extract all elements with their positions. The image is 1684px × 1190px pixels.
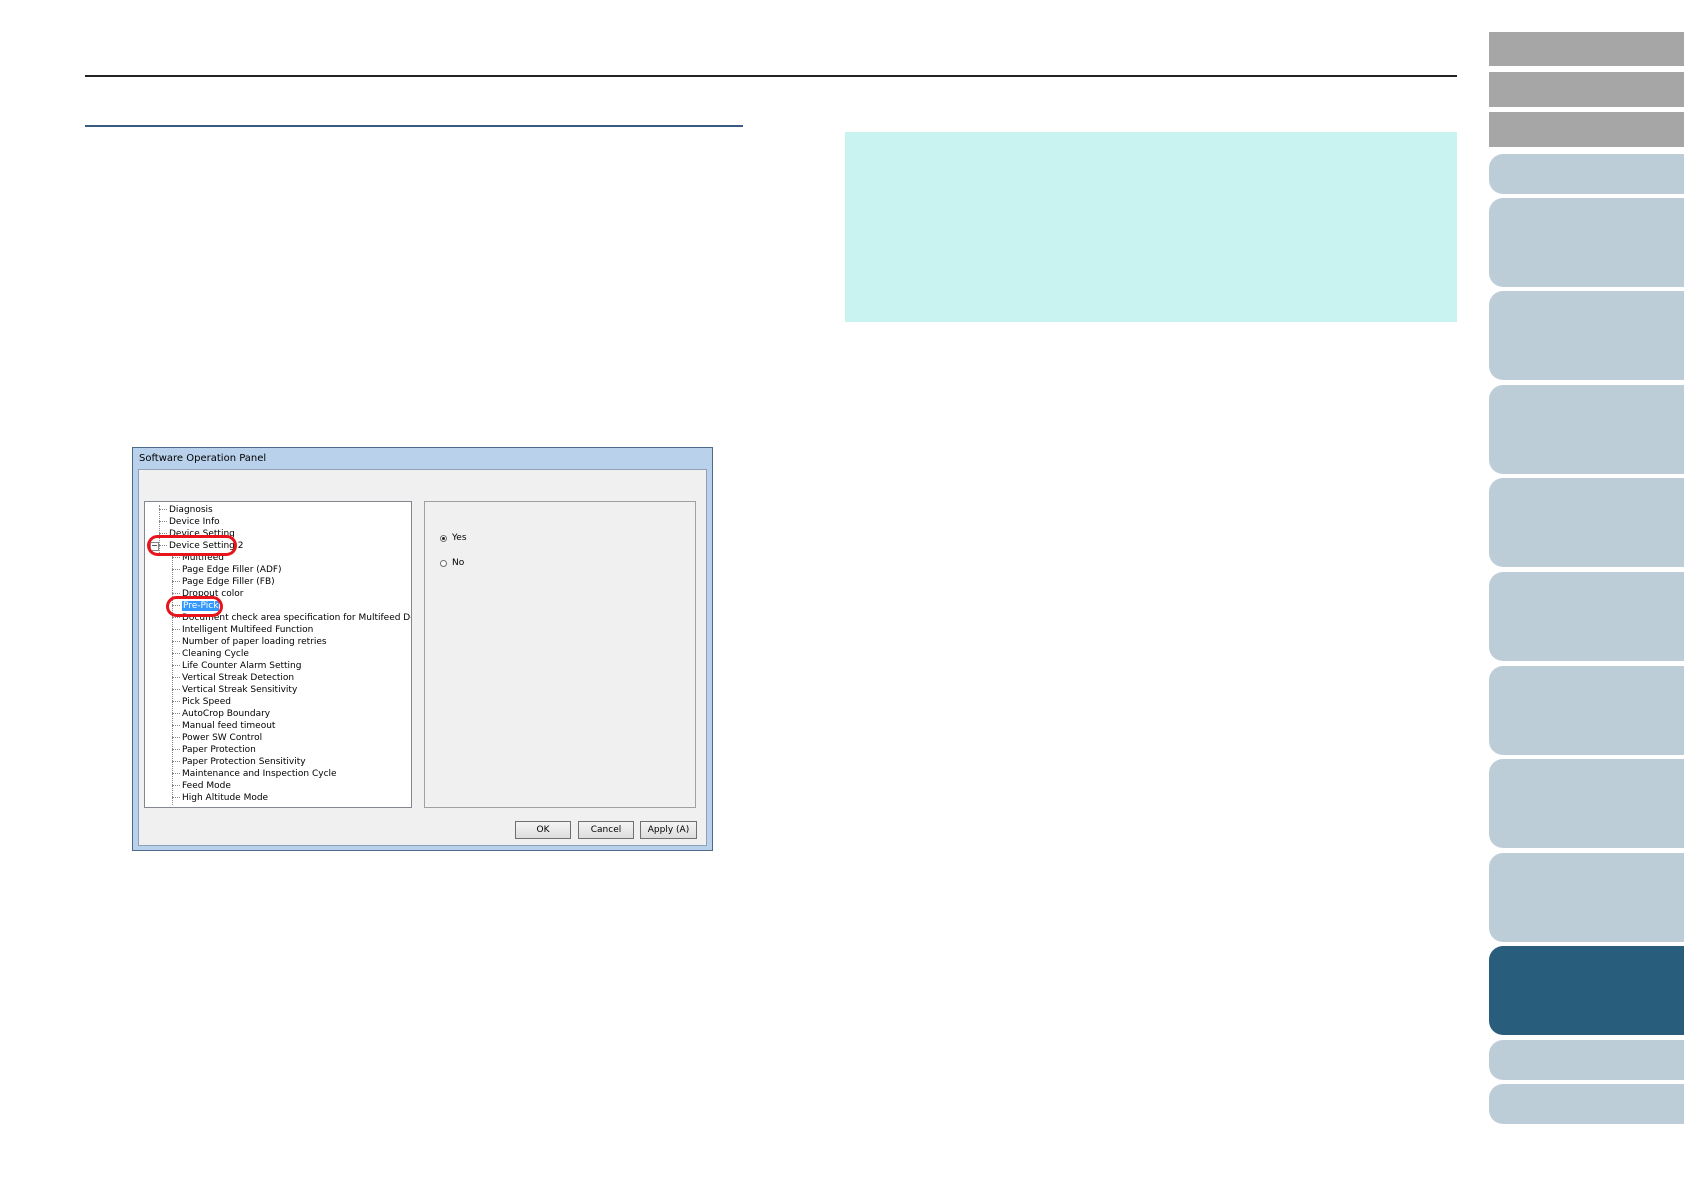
callout-device-setting-2 (147, 535, 237, 556)
tab-index[interactable] (1489, 112, 1684, 147)
tree-item-cleaning-cycle[interactable]: Cleaning Cycle (172, 649, 249, 660)
tab-chapter-2[interactable] (1489, 291, 1684, 380)
cancel-button[interactable]: Cancel (578, 821, 634, 839)
tab-chapter-1[interactable] (1489, 198, 1684, 287)
radio-selected-icon[interactable] (440, 534, 447, 542)
tab-chapter-5[interactable] (1489, 572, 1684, 661)
option-panel: Yes No (424, 501, 696, 808)
tab-chapter-6[interactable] (1489, 666, 1684, 755)
radio-yes-label: Yes (452, 533, 467, 543)
tree-item-intelligent-multifeed[interactable]: Intelligent Multifeed Function (172, 625, 313, 636)
radio-no[interactable]: No (440, 558, 464, 568)
tree-item-feed-mode[interactable]: Feed Mode (172, 781, 231, 792)
tree-item-maintenance-cycle[interactable]: Maintenance and Inspection Cycle (172, 769, 337, 780)
tree-item-life-counter-alarm[interactable]: Life Counter Alarm Setting (172, 661, 301, 672)
apply-button[interactable]: Apply (A) (640, 821, 697, 839)
tab-chapter-8[interactable] (1489, 853, 1684, 942)
radio-unselected-icon[interactable] (440, 559, 447, 567)
callout-pre-pick (166, 596, 223, 617)
tree-item-pick-speed[interactable]: Pick Speed (172, 697, 231, 708)
hint-box (845, 132, 1457, 322)
tab-appendix[interactable] (1489, 1040, 1684, 1080)
tree-item-vertical-streak-detection[interactable]: Vertical Streak Detection (172, 673, 294, 684)
ok-button[interactable]: OK (515, 821, 571, 839)
radio-yes[interactable]: Yes (440, 533, 467, 543)
tree-item-diagnosis[interactable]: Diagnosis (159, 505, 213, 516)
tree-item-paper-loading-retries[interactable]: Number of paper loading retries (172, 637, 327, 648)
tab-contents[interactable] (1489, 72, 1684, 107)
top-rule (85, 75, 1457, 77)
tree-item-autocrop-boundary[interactable]: AutoCrop Boundary (172, 709, 270, 720)
section-rule (85, 125, 743, 127)
tree-item-device-info[interactable]: Device Info (159, 517, 220, 528)
tab-top[interactable] (1489, 32, 1684, 66)
tree-item-power-sw-control[interactable]: Power SW Control (172, 733, 262, 744)
radio-no-label: No (452, 558, 465, 568)
tree-item-paper-protection[interactable]: Paper Protection (172, 745, 256, 756)
tree-item-page-edge-filler-adf[interactable]: Page Edge Filler (ADF) (172, 565, 282, 576)
tree-item-vertical-streak-sensitivity[interactable]: Vertical Streak Sensitivity (172, 685, 297, 696)
tab-chapter-7[interactable] (1489, 759, 1684, 848)
tree-item-manual-feed-timeout[interactable]: Manual feed timeout (172, 721, 275, 732)
tab-introduction[interactable] (1489, 154, 1684, 194)
tab-chapter-9-active[interactable] (1489, 946, 1684, 1035)
window-title: Software Operation Panel (139, 453, 267, 464)
tab-glossary[interactable] (1489, 1084, 1684, 1124)
tree-item-paper-protection-sensitivity[interactable]: Paper Protection Sensitivity (172, 757, 306, 768)
tab-chapter-3[interactable] (1489, 385, 1684, 474)
tree-item-high-altitude-mode[interactable]: High Altitude Mode (172, 793, 268, 804)
tab-chapter-4[interactable] (1489, 478, 1684, 567)
tree-item-page-edge-filler-fb[interactable]: Page Edge Filler (FB) (172, 577, 275, 588)
